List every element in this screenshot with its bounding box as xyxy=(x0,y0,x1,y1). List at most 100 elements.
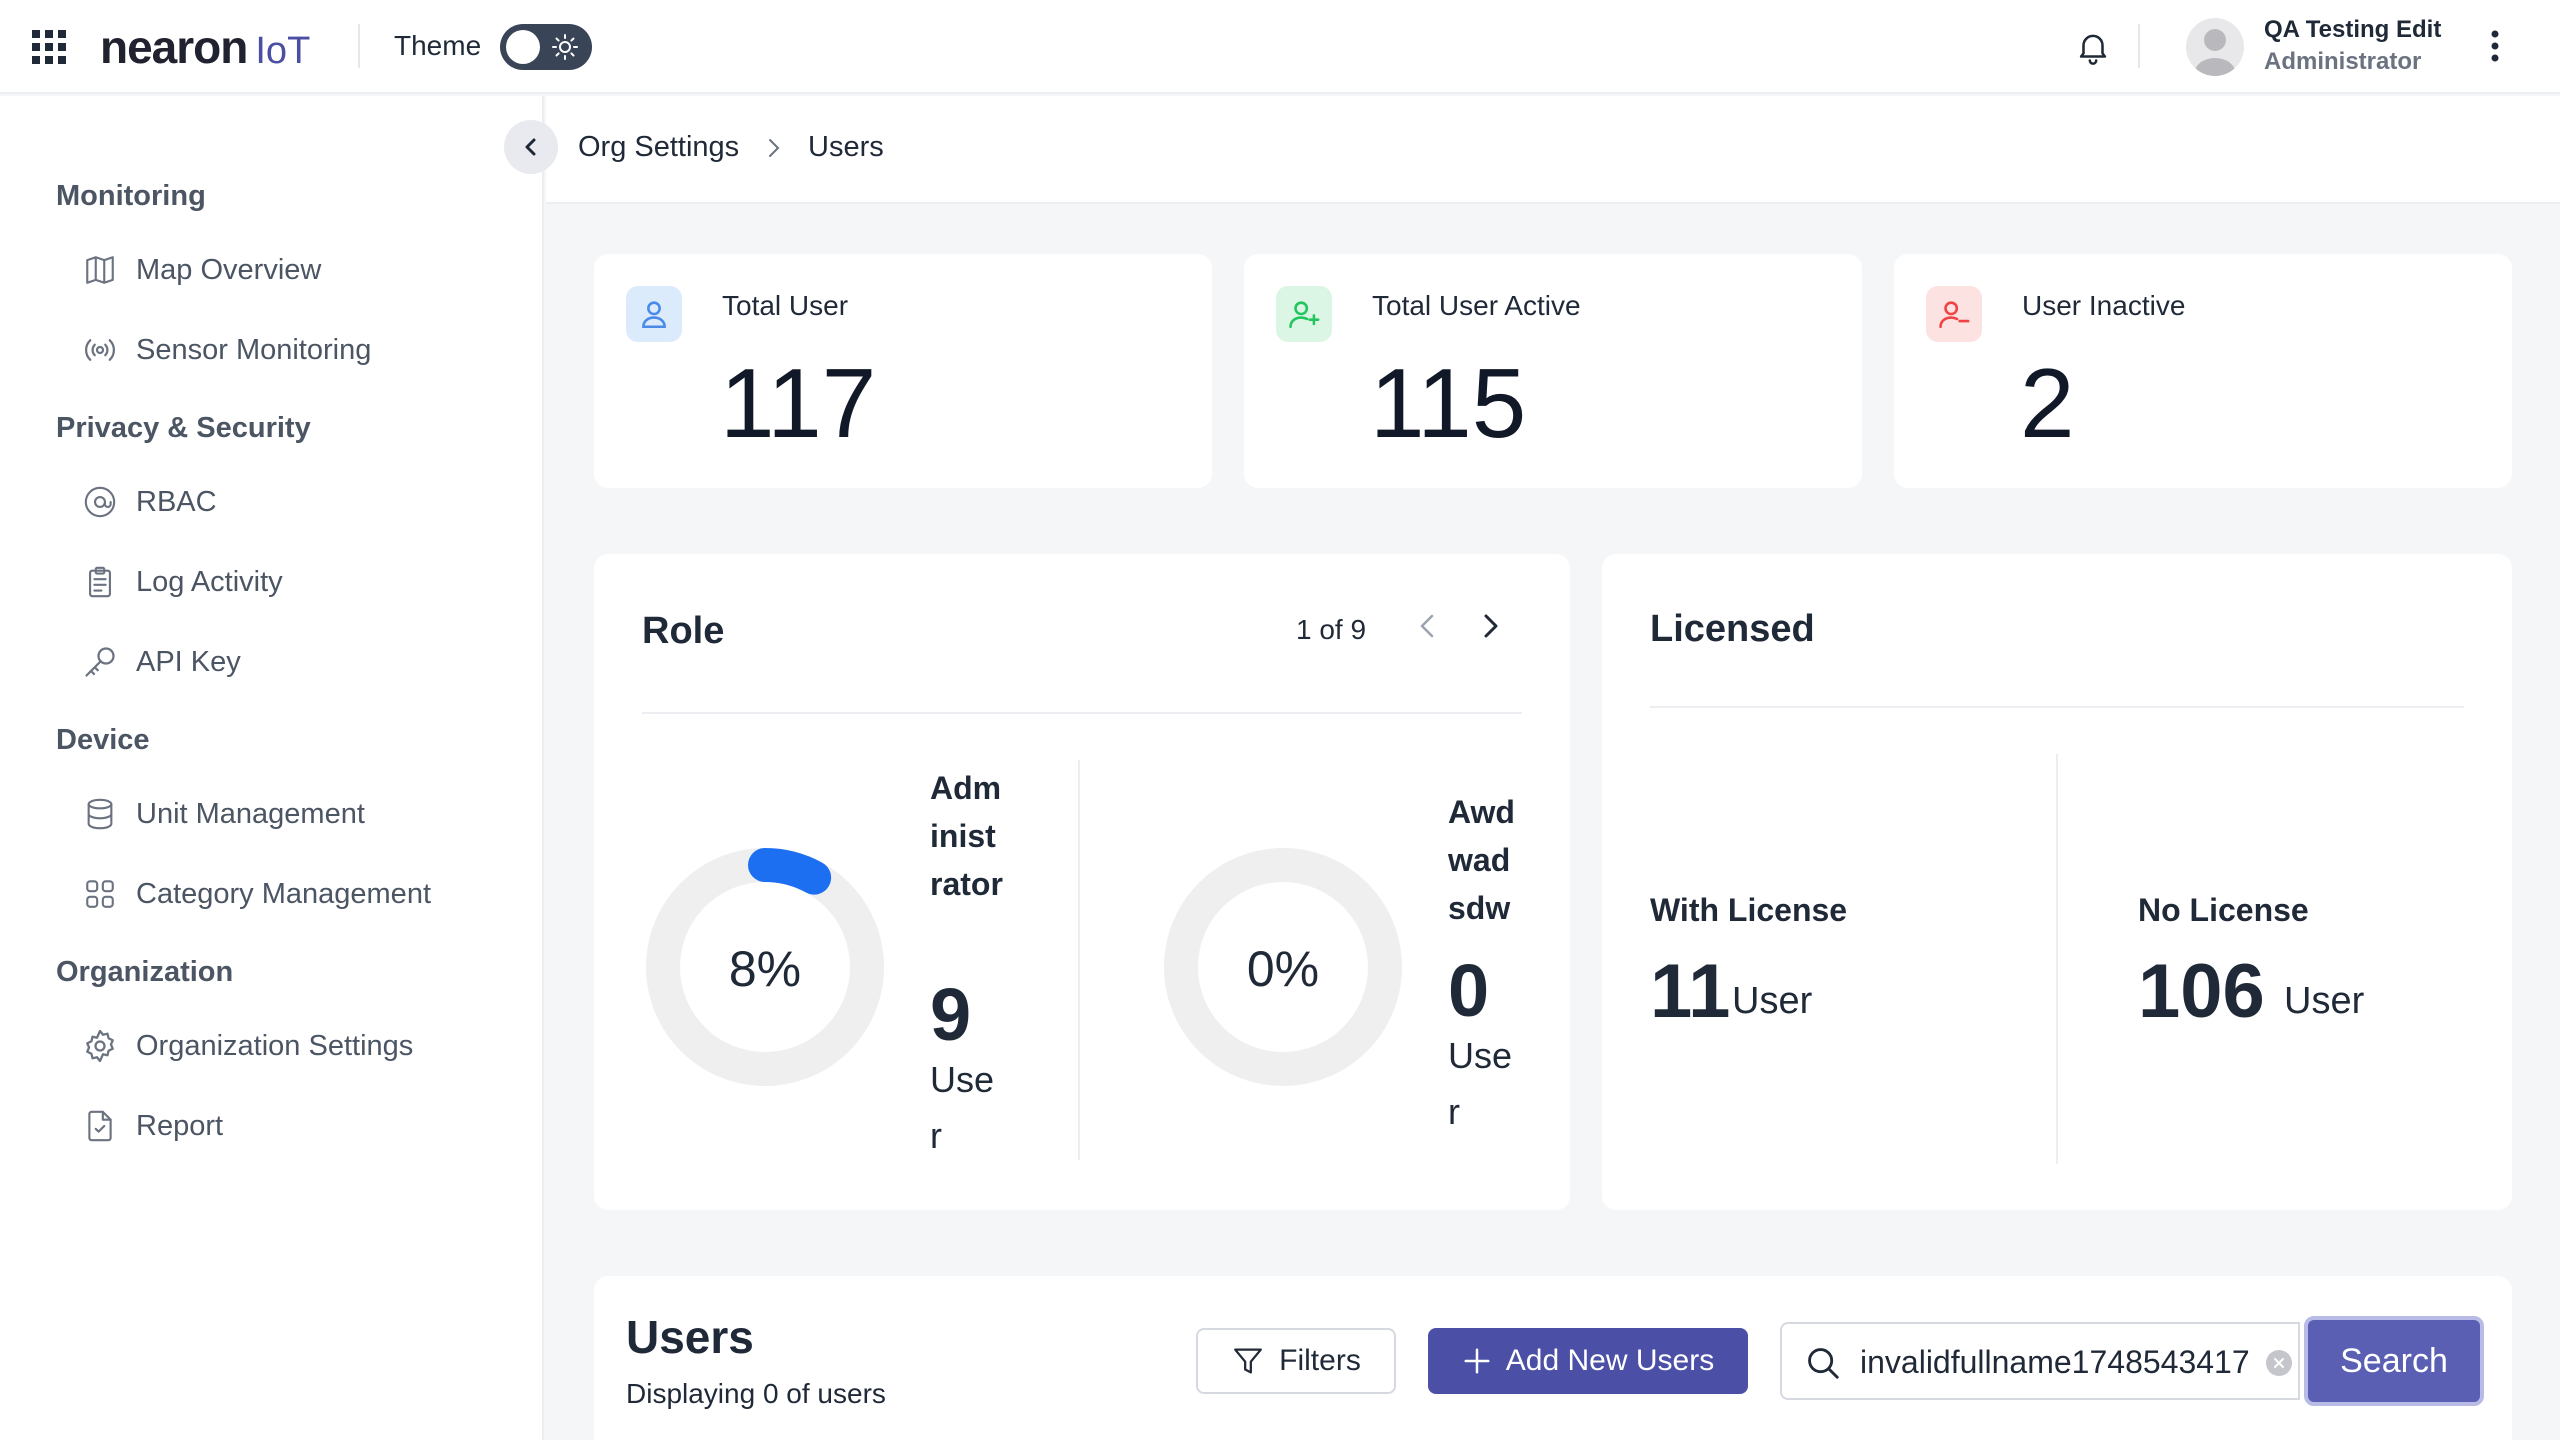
role-percent: 0% xyxy=(1246,941,1320,997)
sidebar-section-device: Device xyxy=(56,724,150,756)
search-icon xyxy=(1804,1344,1842,1382)
user-name[interactable]: QA Testing Edit xyxy=(2264,16,2441,44)
add-new-users-label: Add New Users xyxy=(1505,1344,1715,1377)
clipboard-icon xyxy=(80,562,120,602)
divider xyxy=(642,712,1522,714)
divider xyxy=(2138,24,2140,68)
search-button-label: Search xyxy=(2340,1341,2448,1380)
role-percent: 8% xyxy=(728,941,802,997)
stat-card-total-user-active: Total User Active 115 xyxy=(1244,254,1862,488)
sidebar-item-label: API Key xyxy=(136,645,241,678)
with-license-label: With License xyxy=(1650,892,1848,928)
clear-icon[interactable] xyxy=(2266,1350,2292,1376)
sidebar-item-label: Map Overview xyxy=(136,253,322,286)
logo[interactable]: nearon IoT xyxy=(100,20,311,73)
sidebar-item-label: Report xyxy=(136,1109,224,1142)
search-input[interactable] xyxy=(1860,1338,2250,1386)
theme-label: Theme xyxy=(394,30,482,61)
gear-icon xyxy=(80,1026,120,1066)
filters-label: Filters xyxy=(1279,1344,1361,1377)
user-minus-icon xyxy=(1926,286,1982,342)
user-plus-icon xyxy=(1276,286,1332,342)
sidebar-item-label: Organization Settings xyxy=(136,1029,414,1062)
sidebar-section-organization: Organization xyxy=(56,956,234,988)
donut-fill xyxy=(748,848,832,895)
stat-label: User Inactive xyxy=(2022,290,2186,321)
sidebar-section-monitoring: Monitoring xyxy=(56,180,206,212)
role-name: Administrator xyxy=(930,770,1003,902)
breadcrumb-current: Users xyxy=(808,131,884,163)
logo-suffix: IoT xyxy=(255,30,311,72)
users-title: Users xyxy=(626,1311,754,1363)
sidebar-item-label: RBAC xyxy=(136,485,217,518)
no-license-label: No License xyxy=(2138,892,2309,928)
logo-wordmark: nearon xyxy=(100,21,248,73)
sidebar-item-category-management[interactable]: Category Management xyxy=(80,864,500,924)
database-icon xyxy=(80,794,120,834)
user-icon xyxy=(626,286,682,342)
key-icon xyxy=(80,642,120,682)
at-sign-icon xyxy=(80,482,120,522)
top-bar: nearon IoT Theme QA Testing Edit Adminis… xyxy=(0,0,2560,94)
chevron-left-icon xyxy=(525,138,536,156)
sidebar-item-log-activity[interactable]: Log Activity xyxy=(80,552,500,612)
role-user-count: 9 xyxy=(930,973,972,1056)
sidebar-item-label: Log Activity xyxy=(136,565,283,598)
stat-label: Total User Active xyxy=(1372,290,1581,321)
search-button[interactable]: Search xyxy=(2304,1316,2484,1406)
sidebar-section-privacy-security: Privacy & Security xyxy=(56,412,311,444)
chevron-right-icon xyxy=(762,134,786,162)
theme-toggle[interactable] xyxy=(500,24,592,70)
sidebar-item-unit-management[interactable]: Unit Management xyxy=(80,784,500,844)
avatar[interactable] xyxy=(2186,18,2244,76)
with-license-unit: User xyxy=(1732,980,1813,1022)
user-role: Administrator xyxy=(2264,48,2422,75)
divider xyxy=(1078,760,1080,1160)
divider xyxy=(1650,706,2464,708)
sidebar-item-rbac[interactable]: RBAC xyxy=(80,472,500,532)
no-license-unit: User xyxy=(2284,980,2365,1022)
stat-value: 2 xyxy=(2020,348,2075,458)
sidebar-item-label: Category Management xyxy=(136,877,431,910)
chevron-right-icon[interactable] xyxy=(1472,606,1508,646)
role-user-count: 0 xyxy=(1448,949,1490,1032)
plus-icon xyxy=(1464,1348,1490,1374)
add-new-users-button[interactable]: Add New Users xyxy=(1428,1328,1748,1394)
sidebar-item-sensor-monitoring[interactable]: Sensor Monitoring xyxy=(80,320,500,380)
role-card: Role 1 of 9 8% Administrator 9 User 0% A… xyxy=(594,554,1570,1210)
role-name: Awdwadsdw xyxy=(1448,794,1515,926)
sun-icon xyxy=(552,34,578,60)
filter-icon xyxy=(1234,1348,1263,1374)
more-options-icon[interactable] xyxy=(2480,26,2510,66)
with-license-count: 11 xyxy=(1650,949,1731,1034)
stat-label: Total User xyxy=(722,290,849,321)
stat-value: 115 xyxy=(1370,348,1527,458)
stat-card-total-user: Total User 117 xyxy=(594,254,1212,488)
chevron-left-icon[interactable] xyxy=(1410,606,1446,646)
sidebar-item-report[interactable]: Report xyxy=(80,1096,500,1156)
stat-card-user-inactive: User Inactive 2 xyxy=(1894,254,2512,488)
sidebar-item-api-key[interactable]: API Key xyxy=(80,632,500,692)
grid-icon xyxy=(80,874,120,914)
toggle-knob xyxy=(506,30,540,64)
sidebar-item-label: Sensor Monitoring xyxy=(136,333,372,366)
map-icon xyxy=(80,250,120,290)
search-field[interactable] xyxy=(1780,1322,2300,1400)
bell-icon[interactable] xyxy=(2074,28,2112,66)
breadcrumb-parent-link[interactable]: Org Settings xyxy=(578,131,739,164)
apps-grid-icon[interactable] xyxy=(32,30,66,64)
users-count-text: Displaying 0 of users xyxy=(626,1378,886,1409)
report-icon xyxy=(80,1106,120,1146)
no-license-count: 106 xyxy=(2138,949,2265,1034)
role-user-unit: User xyxy=(1448,1035,1513,1132)
sidebar-item-label: Unit Management xyxy=(136,797,365,830)
sensor-icon xyxy=(80,330,120,370)
sidebar-item-map-overview[interactable]: Map Overview xyxy=(80,240,500,300)
role-card-title: Role xyxy=(642,610,725,652)
role-pager-text: 1 of 9 xyxy=(1296,614,1367,645)
collapse-sidebar-button[interactable] xyxy=(504,120,558,174)
licensed-card-title: Licensed xyxy=(1650,608,1815,650)
licensed-card: Licensed With License 11 User No License… xyxy=(1602,554,2512,1210)
sidebar-item-organization-settings[interactable]: Organization Settings xyxy=(80,1016,500,1076)
filters-button[interactable]: Filters xyxy=(1196,1328,1396,1394)
